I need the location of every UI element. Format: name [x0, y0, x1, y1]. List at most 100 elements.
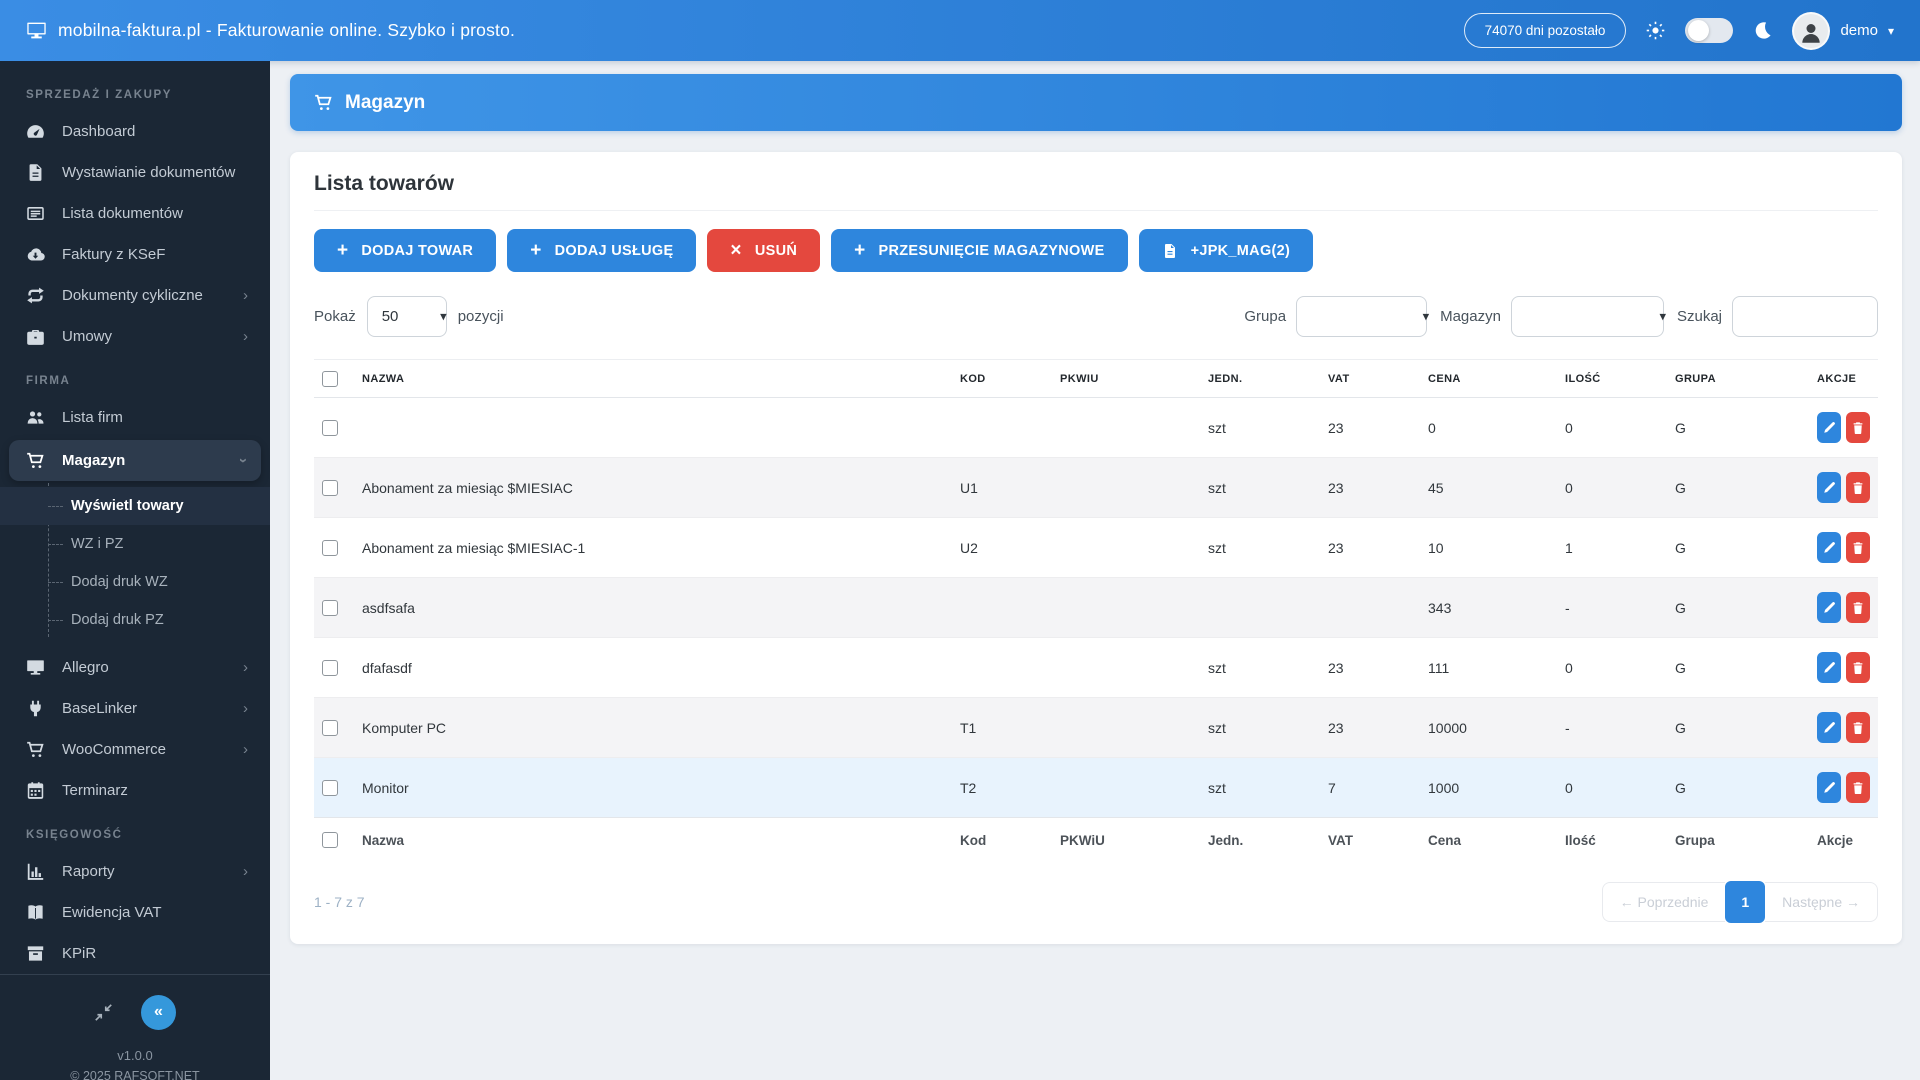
submenu-item-dodaj-druk-wz[interactable]: Dodaj druk WZ: [0, 563, 270, 601]
select-all-checkbox[interactable]: [322, 371, 338, 387]
page-size-select[interactable]: 50: [366, 296, 447, 337]
delete-row-button[interactable]: [1846, 712, 1870, 743]
cell-vat: 23: [1320, 697, 1420, 758]
compress-icon[interactable]: [94, 1003, 113, 1022]
col-footer-ilosc: Ilość: [1557, 817, 1667, 863]
next-page-button[interactable]: Następne →: [1765, 882, 1878, 923]
sidebar-item-dashboard[interactable]: Dashboard: [0, 111, 270, 152]
sidebar-item-label: Raporty: [62, 863, 115, 880]
sidebar-item-lista-dokumentow[interactable]: Lista dokumentów: [0, 193, 270, 234]
delete-row-button[interactable]: [1846, 592, 1870, 623]
add-product-button[interactable]: + DODAJ TOWAR: [314, 229, 497, 272]
theme-toggle[interactable]: [1685, 18, 1734, 43]
toggle-knob: [1688, 20, 1710, 41]
search-input[interactable]: [1732, 296, 1878, 337]
group-filter-select[interactable]: [1296, 296, 1428, 337]
edit-button[interactable]: [1817, 772, 1841, 803]
search-label: Szukaj: [1676, 308, 1722, 325]
cell-cena: 10: [1420, 517, 1557, 578]
row-checkbox[interactable]: [322, 540, 338, 557]
trash-icon: [1853, 541, 1863, 554]
page-1-button[interactable]: 1: [1725, 881, 1766, 924]
sidebar-item-label: BaseLinker: [62, 700, 138, 717]
sidebar-item-label: Ewidencja VAT: [62, 904, 162, 921]
submenu-item-wz-i-pz[interactable]: WZ i PZ: [0, 525, 270, 563]
sidebar-item-terminarz[interactable]: Terminarz: [0, 770, 270, 811]
edit-button[interactable]: [1817, 412, 1841, 443]
row-checkbox[interactable]: [322, 600, 338, 617]
row-checkbox[interactable]: [322, 660, 338, 677]
submenu-item-wyswietl-towary[interactable]: Wyświetl towary: [0, 487, 270, 525]
table-row: szt 23 0 0 G: [314, 398, 1878, 458]
row-checkbox[interactable]: [322, 720, 338, 737]
table-row: Monitor T2 szt 7 1000 0 G: [314, 757, 1878, 818]
sidebar-item-wystawianie-dokumentow[interactable]: Wystawianie dokumentów: [0, 152, 270, 193]
row-checkbox[interactable]: [322, 780, 338, 797]
warehouse-filter-select[interactable]: [1510, 296, 1664, 337]
brand[interactable]: mobilna-faktura.pl - Fakturowanie online…: [26, 20, 515, 41]
user-menu[interactable]: demo ▾: [1792, 11, 1894, 50]
edit-button[interactable]: [1817, 532, 1841, 563]
sidebar-item-ewidencja-vat[interactable]: Ewidencja VAT: [0, 892, 270, 933]
sidebar-item-baselinker[interactable]: BaseLinker ›: [0, 688, 270, 729]
sidebar-item-raporty[interactable]: Raporty ›: [0, 851, 270, 892]
delete-row-button[interactable]: [1846, 472, 1870, 503]
add-product-label: DODAJ TOWAR: [361, 242, 474, 259]
cell-kod: [952, 637, 1052, 698]
jpk-mag-button[interactable]: +JPK_MAG(2): [1138, 229, 1314, 272]
x-icon: ×: [730, 240, 742, 261]
add-service-button[interactable]: + DODAJ USŁUGĘ: [507, 229, 697, 272]
sidebar-item-umowy[interactable]: Umowy ›: [0, 316, 270, 357]
sidebar-item-woocommerce[interactable]: WooCommerce ›: [0, 729, 270, 770]
warehouse-transfer-label: PRZESUNIĘCIE MAGAZYNOWE: [878, 242, 1105, 259]
delete-row-button[interactable]: [1846, 532, 1870, 563]
sidebar-item-allegro[interactable]: Allegro ›: [0, 647, 270, 688]
pencil-icon: [1824, 721, 1835, 733]
submenu-item-dodaj-druk-pz[interactable]: Dodaj druk PZ: [0, 601, 270, 639]
sidebar-item-lista-firm[interactable]: Lista firm: [0, 397, 270, 438]
plug-icon: [26, 699, 45, 718]
sidebar-footer: « v1.0.0 © 2025 RAFSOFT.NET: [0, 974, 270, 1080]
edit-button[interactable]: [1817, 472, 1841, 503]
sidebar-item-label: Terminarz: [62, 782, 128, 799]
edit-button[interactable]: [1817, 652, 1841, 683]
col-header-jedn: JEDN.: [1200, 359, 1320, 398]
collapse-sidebar-button[interactable]: «: [141, 995, 176, 1030]
sidebar-item-magazyn[interactable]: Magazyn ›: [9, 440, 261, 481]
sidebar-item-label: Magazyn: [62, 452, 126, 469]
edit-button[interactable]: [1817, 712, 1841, 743]
delete-button[interactable]: × USUŃ: [707, 229, 821, 272]
trash-icon: [1853, 601, 1863, 614]
select-all-checkbox-footer[interactable]: [322, 832, 338, 849]
days-remaining-badge[interactable]: 74070 dni pozostało: [1463, 13, 1627, 48]
app-version: v1.0.0: [117, 1048, 153, 1063]
section-accounting-label: KSIĘGOWOŚĆ: [26, 829, 123, 841]
sidebar-item-faktury-ksef[interactable]: Faktury z KSeF: [0, 234, 270, 275]
sidebar-item-kpir[interactable]: KPiR: [0, 933, 270, 974]
archive-box-icon: [26, 944, 45, 963]
cell-vat: 23: [1320, 457, 1420, 518]
cell-name: Abonament za miesiąc $MIESIAC-1: [352, 517, 952, 578]
trash-icon: [1853, 721, 1863, 734]
row-checkbox[interactable]: [322, 420, 338, 437]
col-header-akcje: AKCJE: [1809, 359, 1878, 398]
cell-vat: [1320, 577, 1420, 638]
sidebar-item-label: WooCommerce: [62, 741, 166, 758]
warehouse-transfer-button[interactable]: + PRZESUNIĘCIE MAGAZYNOWE: [831, 229, 1128, 272]
sidebar-item-dokumenty-cykliczne[interactable]: Dokumenty cykliczne ›: [0, 275, 270, 316]
chevron-down-icon: ›: [235, 458, 252, 463]
table-row: Abonament za miesiąc $MIESIAC U1 szt 23 …: [314, 457, 1878, 518]
sidebar-item-label: Dokumenty cykliczne: [62, 287, 203, 304]
cell-vat: 23: [1320, 637, 1420, 698]
row-checkbox[interactable]: [322, 480, 338, 497]
edit-button[interactable]: [1817, 592, 1841, 623]
cell-kod: T2: [952, 757, 1052, 818]
previous-page-button[interactable]: ← Poprzednie: [1601, 882, 1726, 923]
delete-row-button[interactable]: [1846, 652, 1870, 683]
repeat-icon: [26, 286, 45, 305]
chevron-right-icon: ›: [243, 328, 248, 345]
cloud-download-icon: [26, 245, 45, 264]
delete-row-button[interactable]: [1846, 412, 1870, 443]
delete-row-button[interactable]: [1846, 772, 1870, 803]
trash-icon: [1853, 481, 1863, 494]
